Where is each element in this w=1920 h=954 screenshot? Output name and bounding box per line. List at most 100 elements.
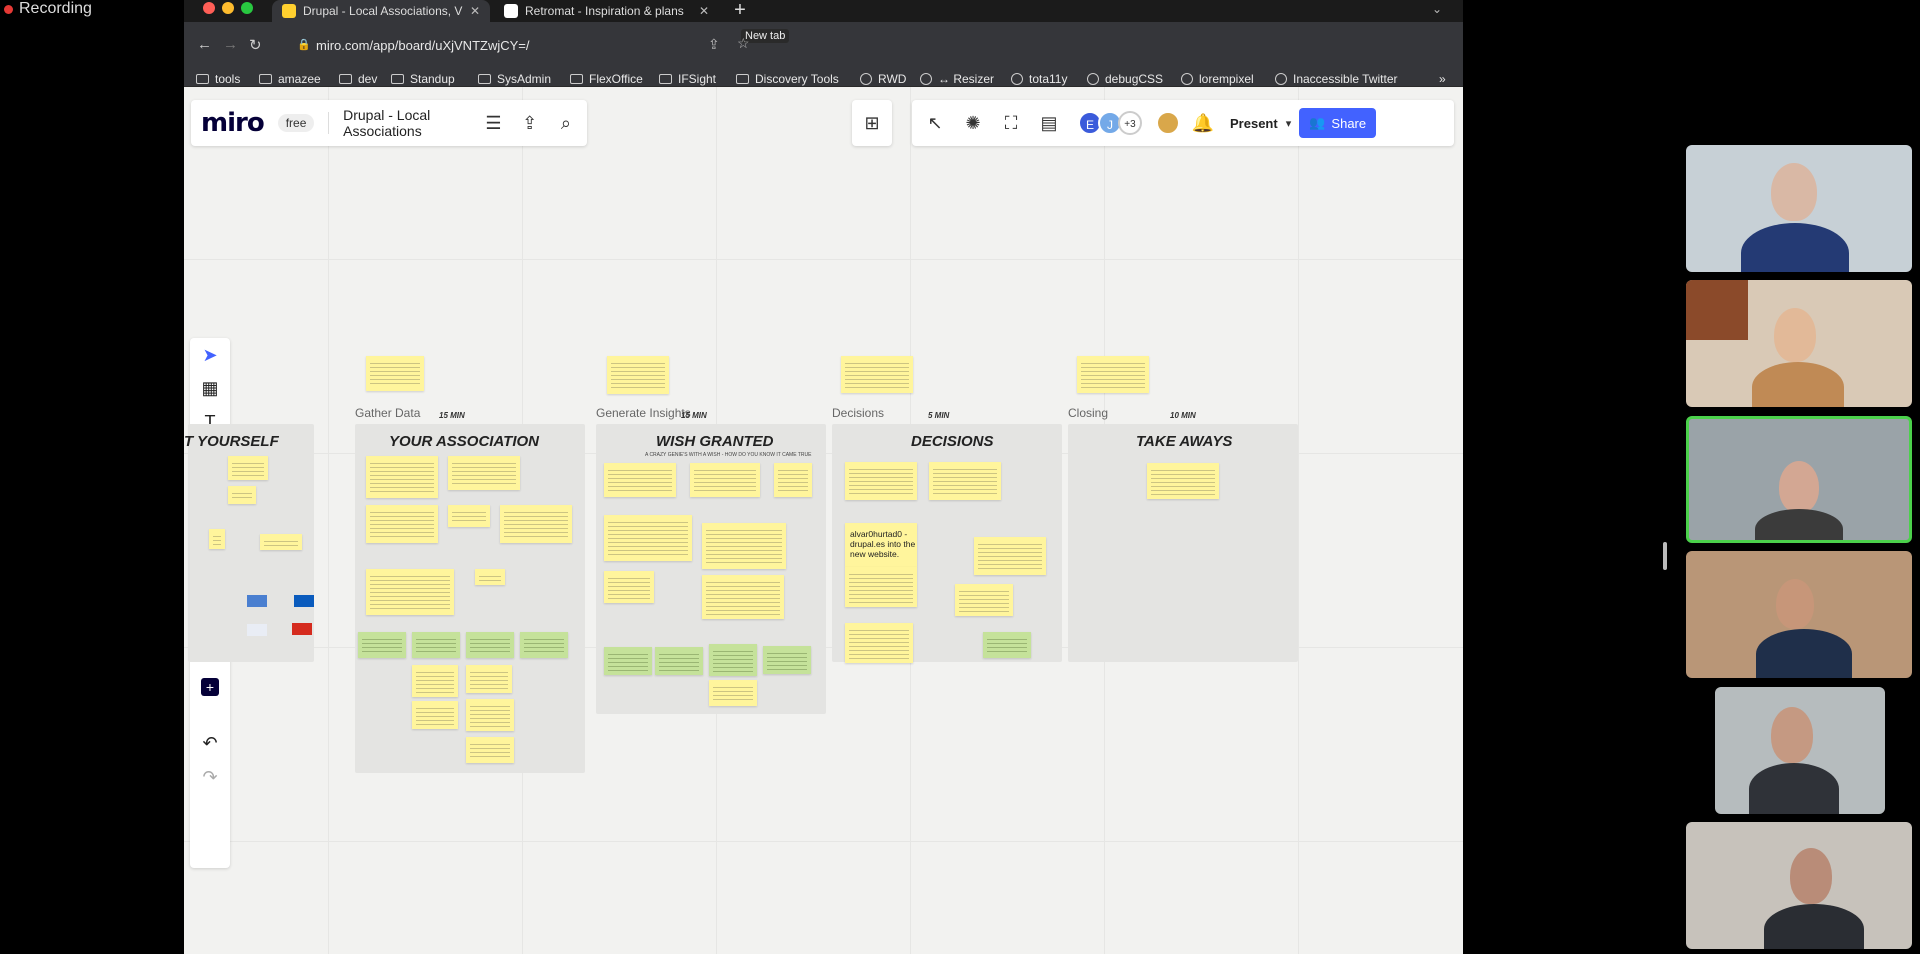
search-icon[interactable]: ⌕	[555, 113, 577, 134]
export-icon[interactable]: ⇪	[519, 113, 541, 134]
present-chevron-icon[interactable]: ▾	[1286, 117, 1292, 130]
sticky-note[interactable]	[845, 567, 917, 607]
tab-retromat[interactable]: Retromat - Inspiration & plans ✕	[494, 0, 719, 22]
close-tab-icon[interactable]: ✕	[699, 4, 709, 18]
bookmark-debugcss[interactable]: debugCSS	[1087, 70, 1163, 87]
panel-resize-handle[interactable]	[1663, 542, 1667, 570]
sticky-note[interactable]	[702, 523, 786, 569]
share-button[interactable]: 👥 Share	[1299, 108, 1377, 138]
close-window-button[interactable]	[203, 2, 215, 14]
video-tile[interactable]	[1686, 551, 1912, 678]
reactions-icon[interactable]: ✺	[958, 113, 988, 134]
select-pointer-icon[interactable]: ↖	[920, 113, 950, 134]
minimize-window-button[interactable]	[222, 2, 234, 14]
plan-badge[interactable]: free	[277, 114, 315, 132]
instruction-sticky[interactable]	[841, 356, 913, 393]
instruction-sticky[interactable]	[607, 356, 669, 394]
present-button[interactable]: Present	[1230, 116, 1278, 131]
bookmark-ifsight[interactable]: IFSight	[659, 70, 716, 87]
back-arrow-icon[interactable]: ←	[197, 36, 212, 53]
sticky-note[interactable]	[366, 505, 438, 543]
video-tile[interactable]	[1686, 822, 1912, 949]
bookmark-tools[interactable]: tools	[196, 70, 240, 87]
flag-greece-icon[interactable]	[247, 595, 267, 607]
menu-icon[interactable]: ☰	[482, 113, 504, 134]
green-sticky-note[interactable]	[604, 647, 652, 675]
sticky-note[interactable]	[366, 569, 454, 615]
forward-arrow-icon[interactable]: →	[223, 36, 238, 53]
sticky-note[interactable]	[702, 575, 784, 619]
frame-take-aways[interactable]	[1068, 424, 1298, 662]
bookmark-flexoffice[interactable]: FlexOffice	[570, 70, 643, 87]
green-sticky-note[interactable]	[466, 632, 514, 658]
flag-finland-icon[interactable]	[247, 624, 267, 636]
templates-icon[interactable]: ▦	[198, 376, 222, 400]
bookmark-dev[interactable]: dev	[339, 70, 377, 87]
sticky-note[interactable]	[366, 456, 438, 498]
sticky-note[interactable]	[448, 456, 520, 490]
sticky-note[interactable]	[448, 505, 490, 527]
more-avatars-badge[interactable]: +3	[1118, 111, 1142, 135]
select-cursor-icon[interactable]: ➤	[198, 343, 222, 367]
bookmark-rwd[interactable]: RWD	[860, 70, 906, 87]
share-page-icon[interactable]: ⇪	[708, 36, 720, 53]
close-tab-icon[interactable]: ✕	[470, 4, 480, 18]
sticky-note[interactable]	[412, 665, 458, 697]
sticky-note[interactable]	[955, 584, 1013, 616]
sticky-note[interactable]	[845, 462, 917, 500]
bookmark-sysadmin[interactable]: SysAdmin	[478, 70, 551, 87]
sticky-note[interactable]	[974, 537, 1046, 575]
board-name[interactable]: Drupal - Local Associations	[343, 107, 468, 139]
apps-icon[interactable]: ⊞	[857, 113, 887, 134]
sticky-note[interactable]	[466, 665, 512, 693]
maximize-window-button[interactable]	[241, 2, 253, 14]
new-tab-button[interactable]: +	[729, 0, 751, 22]
miro-board-canvas[interactable]: miro free Drupal - Local Associations ☰ …	[184, 87, 1463, 954]
sticky-note[interactable]	[228, 486, 256, 504]
sticky-note[interactable]	[709, 680, 757, 706]
sticky-note[interactable]	[228, 456, 268, 480]
video-tile-active-speaker[interactable]	[1686, 416, 1912, 543]
sticky-note[interactable]	[466, 737, 514, 763]
user-avatar[interactable]	[1156, 111, 1180, 135]
green-sticky-note[interactable]	[655, 647, 703, 675]
bookmark-standup[interactable]: Standup	[391, 70, 455, 87]
green-sticky-note[interactable]	[358, 632, 406, 658]
video-tile[interactable]	[1686, 280, 1912, 407]
avatar-group[interactable]: E J +3	[1078, 111, 1142, 135]
tab-search-chevron-icon[interactable]: ⌄	[1432, 2, 1442, 16]
bell-icon[interactable]: 🔔	[1188, 113, 1218, 134]
green-sticky-note[interactable]	[520, 632, 568, 658]
bookmark-amazee[interactable]: amazee	[259, 70, 321, 87]
sticky-note[interactable]	[466, 699, 514, 731]
bookmark-lorempixel[interactable]: lorempixel	[1181, 70, 1254, 87]
redo-icon[interactable]: ↷	[198, 765, 222, 789]
green-sticky-note[interactable]	[709, 644, 757, 676]
bookmark-tota11y[interactable]: tota11y	[1011, 70, 1067, 87]
tab-drupal[interactable]: Drupal - Local Associations, V ✕	[272, 0, 490, 22]
sticky-note[interactable]	[929, 462, 1001, 500]
green-sticky-note[interactable]	[983, 632, 1031, 658]
sticky-note[interactable]	[500, 505, 572, 543]
more-tools-icon[interactable]: +	[201, 678, 219, 696]
bookmark-discovery-tools[interactable]: Discovery Tools	[736, 70, 839, 87]
comments-icon[interactable]: ▤	[1034, 113, 1064, 134]
lock-icon[interactable]: 🔒	[297, 38, 311, 51]
bookmark-star-icon[interactable]: ☆	[737, 35, 750, 52]
sticky-note[interactable]	[475, 569, 505, 585]
instruction-sticky[interactable]	[1077, 356, 1149, 393]
video-tile[interactable]	[1686, 145, 1912, 272]
address-bar[interactable]: miro.com/app/board/uXjVNTZwjCY=/	[316, 38, 530, 53]
green-sticky-note[interactable]	[763, 646, 811, 674]
decision-note[interactable]: alvar0hurtad0 - drupal.es into the new w…	[845, 523, 917, 567]
sticky-note[interactable]	[1147, 463, 1219, 499]
bookmarks-overflow-button[interactable]: »	[1439, 70, 1446, 87]
sticky-note[interactable]	[412, 701, 458, 729]
sticky-note[interactable]	[260, 534, 302, 550]
video-tile[interactable]	[1715, 687, 1885, 814]
focus-icon[interactable]: ⛶	[996, 113, 1026, 134]
reload-icon[interactable]: ↻	[249, 36, 262, 54]
sticky-note[interactable]	[209, 529, 225, 549]
bookmark-inaccessible-twitter[interactable]: Inaccessible Twitter	[1275, 70, 1398, 87]
sticky-note[interactable]	[604, 571, 654, 603]
